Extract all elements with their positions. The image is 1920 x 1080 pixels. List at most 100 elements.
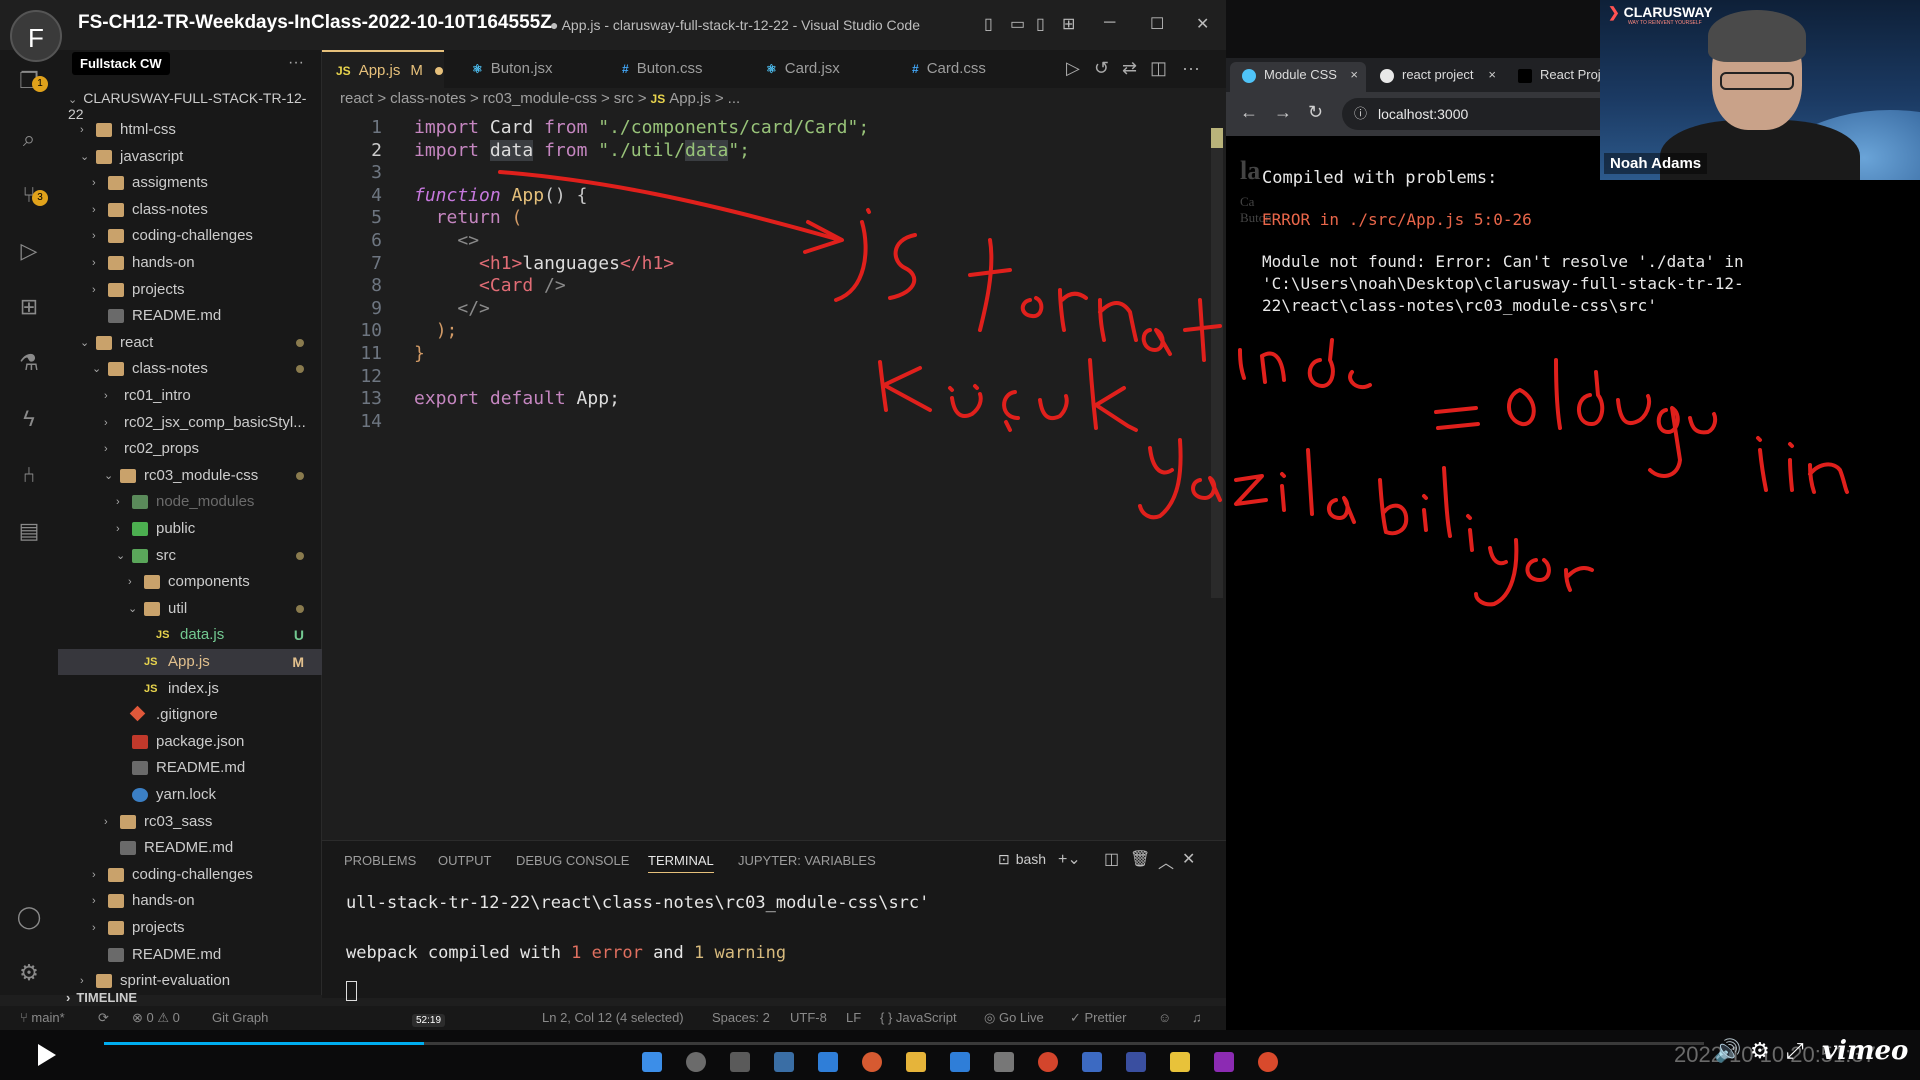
search-icon[interactable]: ⌕: [14, 124, 44, 154]
play-icon[interactable]: [38, 1044, 56, 1066]
timeline-history-icon[interactable]: ↺: [1094, 58, 1109, 79]
tree-item[interactable]: ⌄ react: [58, 330, 322, 356]
tree-item[interactable]: JS data.js U: [58, 622, 322, 648]
branch-status[interactable]: ⑂ main*: [20, 1006, 65, 1030]
tree-item[interactable]: › public: [58, 516, 322, 542]
tree-item[interactable]: › hands-on: [58, 250, 322, 276]
chevron-right-icon[interactable]: ›: [92, 170, 104, 196]
chevron-right-icon[interactable]: ›: [92, 197, 104, 223]
tree-item[interactable]: › coding-challenges: [58, 862, 322, 888]
tree-item[interactable]: › rc03_sass: [58, 809, 322, 835]
volume-icon[interactable]: 🔊: [1714, 1038, 1741, 1064]
chevron-down-icon[interactable]: ⌄: [116, 543, 128, 569]
tab-card-jsx[interactable]: ⚛ Card.jsx: [766, 50, 886, 88]
reload-icon[interactable]: ↻: [1308, 102, 1323, 123]
terminal-shell-selector[interactable]: ⊡ bash: [998, 851, 1046, 868]
editor-scrollbar[interactable]: [1211, 128, 1223, 598]
tree-item[interactable]: ⌄ src: [58, 543, 322, 569]
git-graph-icon[interactable]: ⑃: [14, 460, 44, 490]
layout-toggle-icon[interactable]: ▯: [984, 14, 993, 34]
sync-icon[interactable]: ⟳: [98, 1006, 109, 1030]
breadcrumb-item[interactable]: ...: [728, 90, 741, 107]
prettier-status[interactable]: ✓ Prettier: [1070, 1006, 1126, 1030]
tree-item[interactable]: › projects: [58, 915, 322, 941]
go-live[interactable]: ◎ Go Live: [984, 1006, 1044, 1030]
tree-item[interactable]: ⌄ javascript: [58, 144, 322, 170]
channel-avatar[interactable]: F: [10, 10, 62, 62]
chevron-right-icon[interactable]: ›: [92, 915, 104, 941]
sidebar-toggle-icon[interactable]: ▯: [1036, 14, 1045, 34]
customize-layout-icon[interactable]: ⊞: [1062, 14, 1075, 34]
split-editor-icon[interactable]: ◫: [1150, 58, 1167, 79]
chevron-right-icon[interactable]: ›: [116, 489, 128, 515]
close-tab-icon[interactable]: ×: [1350, 62, 1358, 88]
tree-item[interactable]: › hands-on: [58, 888, 322, 914]
vimeo-logo[interactable]: vimeo: [1822, 1036, 1908, 1066]
tab-card-css[interactable]: # Card.css: [912, 50, 1032, 88]
fullscreen-icon[interactable]: ⤢: [1786, 1038, 1804, 1064]
code-line[interactable]: 14: [322, 408, 1202, 435]
notebook-icon[interactable]: ▤: [14, 516, 44, 546]
breadcrumb-item[interactable]: class-notes: [390, 90, 466, 107]
tree-item[interactable]: JS index.js: [58, 676, 322, 702]
chevron-right-icon[interactable]: ›: [92, 250, 104, 276]
settings-icon[interactable]: ⚙: [1750, 1038, 1770, 1064]
feedback-icon[interactable]: ☺: [1158, 1006, 1171, 1030]
tree-item[interactable]: ⌄ util: [58, 596, 322, 622]
chevron-right-icon[interactable]: ›: [92, 862, 104, 888]
breadcrumb-item[interactable]: JS: [651, 92, 666, 106]
git-graph-status[interactable]: Git Graph: [212, 1006, 268, 1030]
tree-item[interactable]: yarn.lock: [58, 782, 322, 808]
run-icon[interactable]: ▷: [1066, 58, 1080, 79]
tab-buton-jsx[interactable]: ⚛ Buton.jsx: [472, 50, 592, 88]
tree-item[interactable]: ⌄ rc03_module-css: [58, 463, 322, 489]
settings-gear-icon[interactable]: ⚙: [14, 958, 44, 988]
notifications-bell-icon[interactable]: ♫: [1192, 1006, 1202, 1030]
chevron-right-icon[interactable]: ›: [104, 410, 116, 436]
extensions-icon[interactable]: ⊞: [14, 292, 44, 322]
close-panel-icon[interactable]: ✕: [1182, 849, 1195, 869]
tree-item[interactable]: .gitignore: [58, 702, 322, 728]
split-terminal-icon[interactable]: ◫: [1104, 849, 1119, 869]
browser-tab-module-css[interactable]: Module CSS ×: [1230, 62, 1366, 92]
browser-tab-react-proje[interactable]: React Proje: [1506, 62, 1606, 92]
tree-item[interactable]: › node_modules: [58, 489, 322, 515]
tree-item[interactable]: › coding-challenges: [58, 223, 322, 249]
tree-item[interactable]: README.md: [58, 755, 322, 781]
chevron-down-icon[interactable]: ⌄: [80, 330, 92, 356]
close-tab-icon[interactable]: ×: [1488, 62, 1496, 88]
cursor-position[interactable]: Ln 2, Col 12 (4 selected): [542, 1006, 684, 1030]
encoding[interactable]: UTF-8: [790, 1006, 827, 1030]
tree-item[interactable]: › assigments: [58, 170, 322, 196]
breadcrumb-item[interactable]: src: [614, 90, 634, 107]
more-actions-icon[interactable]: ···: [288, 54, 304, 72]
tree-item[interactable]: › class-notes: [58, 197, 322, 223]
tab-buton-css[interactable]: # Buton.css: [622, 50, 742, 88]
chevron-right-icon[interactable]: ›: [80, 117, 92, 143]
tree-item[interactable]: ⌄ class-notes: [58, 356, 322, 382]
back-icon[interactable]: ←: [1240, 102, 1258, 123]
chevron-right-icon[interactable]: ›: [104, 809, 116, 835]
tree-item[interactable]: package.json: [58, 729, 322, 755]
chevron-right-icon[interactable]: ›: [92, 223, 104, 249]
problems-status[interactable]: ⊗ 0 ⚠ 0: [132, 1006, 180, 1030]
tab-output[interactable]: OUTPUT: [438, 853, 491, 868]
chevron-right-icon[interactable]: ›: [104, 436, 116, 462]
tab-app-js[interactable]: JS App.js M: [322, 50, 444, 88]
tab-debug-console[interactable]: DEBUG CONSOLE: [516, 853, 629, 868]
maximize-panel-icon[interactable]: ︿: [1158, 849, 1174, 873]
thunder-client-icon[interactable]: ϟ: [14, 404, 44, 434]
tab-terminal[interactable]: TERMINAL: [648, 853, 714, 873]
breadcrumb-item[interactable]: rc03_module-css: [483, 90, 597, 107]
forward-icon[interactable]: →: [1274, 102, 1292, 123]
indentation[interactable]: Spaces: 2: [712, 1006, 770, 1030]
new-terminal-icon[interactable]: +⌄: [1058, 849, 1081, 869]
account-icon[interactable]: ◯: [14, 902, 44, 932]
run-debug-icon[interactable]: ▷: [14, 236, 44, 266]
tree-item[interactable]: JS App.js M: [58, 649, 322, 675]
tree-item[interactable]: README.md: [58, 942, 322, 968]
chevron-down-icon[interactable]: ⌄: [128, 596, 140, 622]
unsaved-dot-icon[interactable]: [434, 67, 443, 75]
scrollbar-thumb[interactable]: [1211, 128, 1223, 148]
language-mode[interactable]: { } JavaScript: [880, 1006, 957, 1030]
